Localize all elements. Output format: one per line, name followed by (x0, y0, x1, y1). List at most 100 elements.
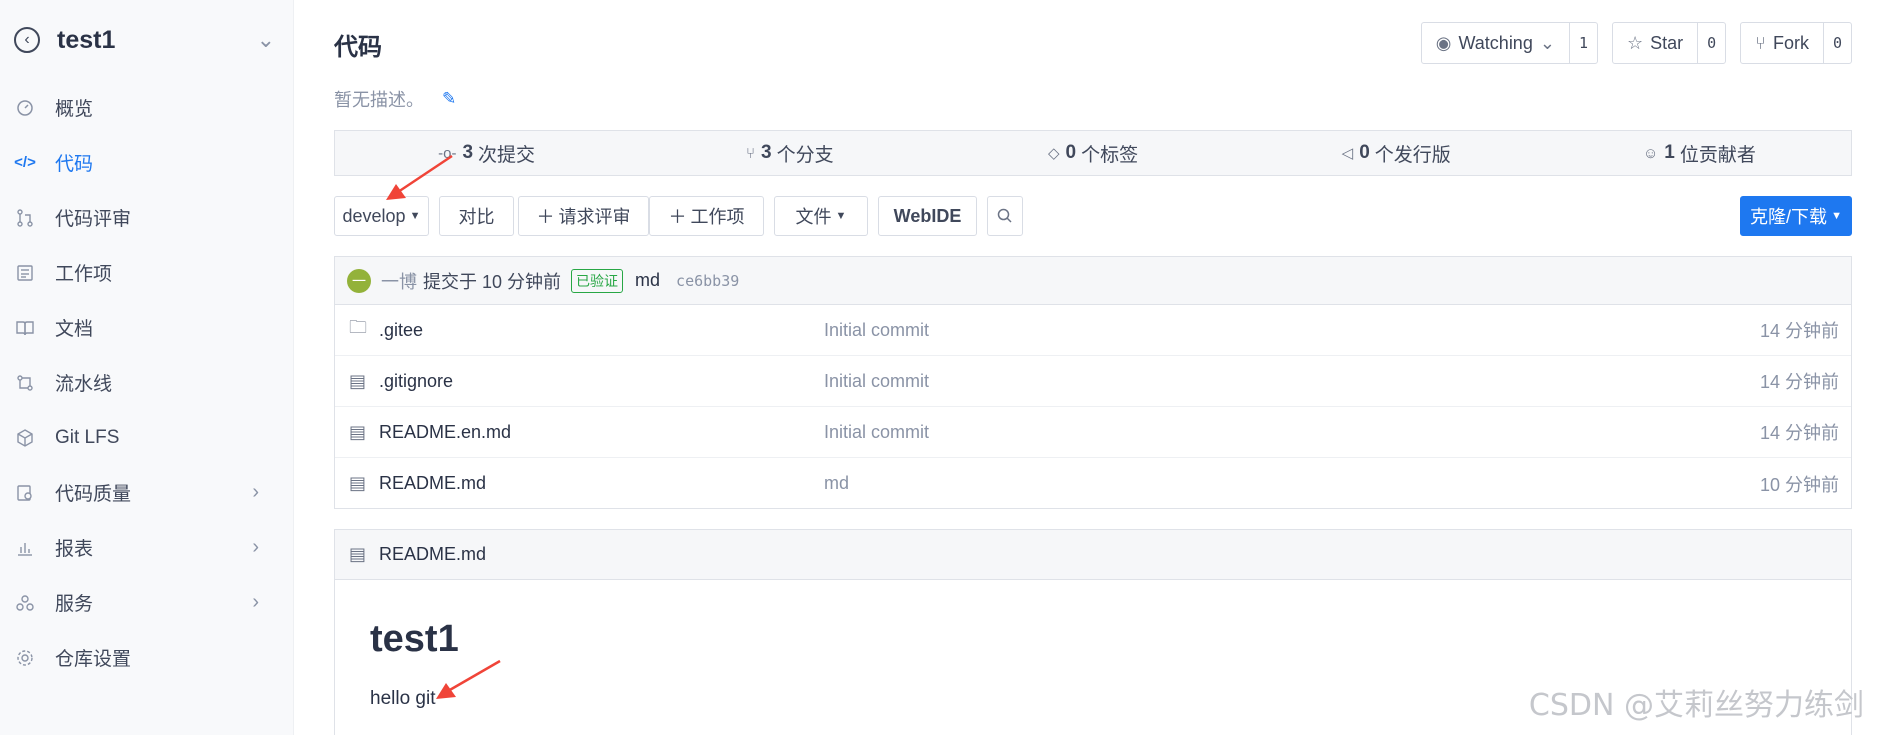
services-icon (14, 592, 36, 614)
sidebar-item-work-items[interactable]: 工作项 (0, 245, 293, 300)
search-button[interactable] (987, 196, 1023, 236)
file-commit-message[interactable]: md (824, 473, 849, 494)
file-commit-message[interactable]: Initial commit (824, 320, 929, 341)
tags-label: 个标签 (1081, 144, 1139, 166)
file-name-cell[interactable]: ▤ .gitignore (349, 371, 453, 392)
sidebar-item-label: 工作项 (55, 264, 113, 285)
code-icon: </> (14, 154, 36, 171)
stat-commits[interactable]: -o- 3 次提交 (335, 140, 638, 167)
sidebar-item-overview[interactable]: 概览 (0, 80, 293, 135)
commit-icon: -o- (438, 144, 457, 162)
file-name-cell[interactable]: 🗀 .gitee (349, 315, 423, 345)
stat-branches[interactable]: ⑂ 3 个分支 (638, 140, 941, 167)
back-icon[interactable]: ‹ (14, 27, 40, 53)
readme-header: ▤ README.md (335, 530, 1851, 580)
sidebar-item-git-lfs[interactable]: Git LFS (0, 410, 293, 465)
request-review-button[interactable]: ＋请求评审 (518, 196, 649, 236)
sidebar-item-label: 服务 (55, 594, 94, 615)
clone-download-button[interactable]: 克隆/下载 ▼ (1740, 196, 1852, 236)
work-item-button[interactable]: ＋工作项 (649, 196, 764, 236)
users-icon: ☺ (1642, 144, 1659, 162)
clone-label: 克隆/下载 (1750, 207, 1828, 227)
repo-name[interactable]: test1 (57, 26, 257, 55)
watch-count[interactable]: 1 (1570, 23, 1597, 63)
sidebar-item-reports[interactable]: 报表 › (0, 520, 293, 575)
file-commit-time: 10 分钟前 (1759, 474, 1839, 495)
commit-time: 提交于 10 分钟前 (423, 271, 562, 292)
sidebar-item-label: 代码质量 (55, 484, 132, 505)
search-icon (997, 208, 1012, 223)
file-row[interactable]: ▤ .gitignore Initial commit 14 分钟前 (335, 356, 1851, 407)
sidebar-item-services[interactable]: 服务 › (0, 575, 293, 630)
caret-down-icon: ▼ (835, 210, 847, 222)
edit-icon[interactable]: ✎ (442, 89, 456, 109)
caret-down-icon: ▼ (409, 210, 421, 222)
chevron-down-icon[interactable]: ⌄ (257, 27, 275, 53)
file-name[interactable]: .gitignore (379, 371, 453, 392)
sidebar-item-pipeline[interactable]: 流水线 (0, 355, 293, 410)
branches-label: 个分支 (776, 144, 834, 166)
caret-down-icon: ▼ (1831, 210, 1842, 222)
sidebar-item-docs[interactable]: 文档 (0, 300, 293, 355)
file-name[interactable]: .gitee (379, 320, 423, 341)
commit-author[interactable]: 一博 (381, 268, 417, 294)
cube-icon (14, 427, 36, 449)
chart-icon (14, 537, 36, 559)
chevron-right-icon: › (252, 536, 259, 558)
quality-icon (14, 482, 36, 504)
star-button[interactable]: ☆ Star 0 (1611, 22, 1727, 64)
branch-icon: ⑂ (746, 144, 756, 162)
sidebar-item-label: 概览 (55, 99, 94, 120)
plus-icon: ＋ (668, 207, 687, 227)
webide-label: WebIDE (893, 205, 962, 226)
commit-message[interactable]: md (635, 270, 660, 291)
star-count[interactable]: 0 (1698, 23, 1725, 63)
file-name[interactable]: README.en.md (379, 422, 511, 443)
file-commit-message[interactable]: Initial commit (824, 371, 929, 392)
sidebar: ‹ test1 ⌄ 概览 </> 代码 代码评审 工作项 文档 流水线 Git … (0, 0, 294, 735)
tags-count: 0 (1065, 142, 1077, 163)
commits-count: 3 (462, 142, 474, 163)
fork-button[interactable]: ⑂ Fork 0 (1740, 22, 1852, 64)
fork-count[interactable]: 0 (1824, 23, 1851, 63)
contributors-label: 位贡献者 (1679, 144, 1756, 166)
commits-label: 次提交 (478, 144, 536, 166)
file-commit-message[interactable]: Initial commit (824, 422, 929, 443)
page-title: 代码 (334, 34, 382, 61)
fork-label: Fork (1772, 32, 1809, 53)
description-text: 暂无描述。 (334, 90, 424, 110)
gear-icon (14, 647, 36, 669)
releases-label: 个发行版 (1374, 144, 1451, 166)
chevron-down-icon: ⌄ (1539, 32, 1555, 53)
compare-button[interactable]: 对比 (439, 196, 514, 236)
sidebar-item-code-quality[interactable]: 代码质量 › (0, 465, 293, 520)
branch-select[interactable]: develop ▼ (334, 196, 429, 236)
file-icon: ▤ (349, 370, 367, 391)
fork-action[interactable]: ⑂ Fork (1741, 23, 1824, 63)
watch-button[interactable]: ◉ Watching ⌄ 1 (1420, 22, 1598, 64)
file-dropdown[interactable]: 文件 ▼ (774, 196, 868, 236)
tag-icon: ◇ (1047, 145, 1060, 162)
stat-releases[interactable]: ◁ 0 个发行版 (1245, 140, 1548, 167)
star-action[interactable]: ☆ Star (1613, 23, 1699, 63)
sidebar-item-repo-settings[interactable]: 仓库设置 (0, 630, 293, 685)
commit-sha[interactable]: ce6bb39 (676, 272, 739, 290)
stat-tags[interactable]: ◇ 0 个标签 (941, 140, 1244, 167)
avatar[interactable]: 一 (347, 268, 371, 293)
file-row[interactable]: ▤ README.en.md Initial commit 14 分钟前 (335, 407, 1851, 458)
file-row[interactable]: ▤ README.md md 10 分钟前 (335, 458, 1851, 509)
sidebar-item-label: 仓库设置 (55, 649, 132, 670)
sidebar-item-code-review[interactable]: 代码评审 (0, 190, 293, 245)
file-name-cell[interactable]: ▤ README.md (349, 473, 486, 494)
watch-dropdown[interactable]: ◉ Watching ⌄ (1422, 23, 1570, 63)
stat-contributors[interactable]: ☺ 1 位贡献者 (1548, 140, 1851, 167)
sidebar-item-label: 报表 (55, 539, 94, 560)
watermark: CSDN @艾莉丝努力练剑 (1528, 688, 1864, 723)
sidebar-item-code[interactable]: </> 代码 (0, 135, 293, 190)
readme-filename[interactable]: README.md (379, 544, 486, 565)
webide-button[interactable]: WebIDE (878, 196, 977, 236)
compare-label: 对比 (458, 207, 495, 227)
file-name[interactable]: README.md (379, 473, 486, 494)
file-row[interactable]: 🗀 .gitee Initial commit 14 分钟前 (335, 305, 1851, 356)
file-name-cell[interactable]: ▤ README.en.md (349, 422, 511, 443)
